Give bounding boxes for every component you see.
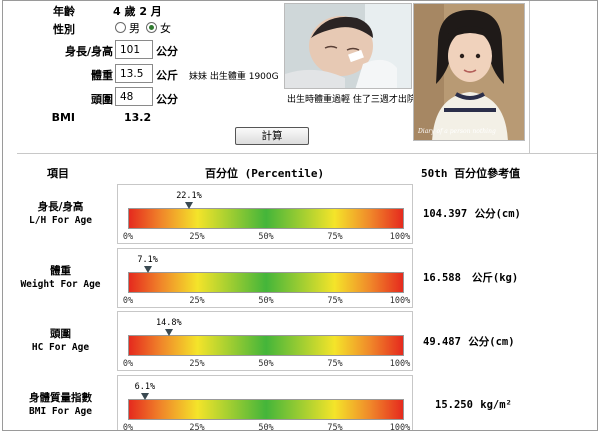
gauge-bmi-tick-25: 25% [189, 423, 205, 431]
section-divider [17, 153, 597, 154]
row-label-height: 身長/身高 L/H For Age [13, 200, 108, 228]
gauge-bmi-marker-icon [140, 393, 149, 400]
height-input[interactable] [115, 40, 153, 59]
ref-bmi-value: 15.250 [435, 399, 473, 411]
ref-head-value: 49.487 [423, 336, 461, 348]
ref-height: 104.397 公分(cm) [423, 206, 521, 221]
ref-weight: 16.588 公斤(kg) [423, 270, 518, 285]
row-label-bmi-zh: 身體質量指數 [29, 392, 92, 404]
gauge-height-marker-icon [184, 202, 193, 209]
ref-height-unit: 公分(cm) [474, 208, 521, 220]
header-item: 項目 [47, 167, 69, 180]
gauge-bmi-bar [128, 399, 404, 420]
gender-option-female: 女 [160, 22, 171, 35]
gauge-height: 22.1% 0% 25% 50% 75% 100% [117, 184, 413, 244]
birth-weight-note: 妹妹 出生體重 1900G [189, 72, 279, 82]
gauge-height-percent-label: 22.1% [176, 191, 202, 201]
gauge-weight-tick-100: 100% [389, 296, 411, 306]
photo-watermark: Diary of a person nothing [418, 128, 496, 135]
age-value: 4 歲 2 月 [113, 5, 162, 18]
height-label: 身長/身高 [64, 45, 113, 58]
ref-head: 49.487 公分(cm) [423, 334, 515, 349]
gauge-height-tick-0: 0% [122, 232, 134, 242]
head-label: 頭圍 [91, 93, 113, 106]
gauge-head: 14.8% 0% 25% 50% 75% 100% [117, 311, 413, 371]
gauge-head-bar [128, 335, 404, 356]
gender-label: 性別 [53, 23, 75, 36]
gauge-head-tick-0: 0% [122, 359, 134, 369]
row-label-weight-zh: 體重 [50, 265, 71, 277]
newborn-illustration [285, 4, 411, 88]
head-input[interactable] [115, 87, 153, 106]
gauge-weight: 7.1% 0% 25% 50% 75% 100% [117, 248, 413, 308]
bmi-value: 13.2 [124, 111, 152, 124]
calculate-button[interactable]: 計算 [235, 127, 309, 145]
gauge-height-bar [128, 208, 404, 229]
age-label: 年齡 [53, 5, 75, 18]
row-label-head: 頭圍 HC For Age [13, 327, 108, 355]
gauge-head-tick-50: 50% [258, 359, 274, 369]
gauge-weight-tick-50: 50% [258, 296, 274, 306]
gauge-height-tick-75: 75% [327, 232, 343, 242]
ref-weight-value: 16.588 [423, 272, 461, 284]
row-label-height-en: L/H For Age [29, 215, 92, 226]
height-unit: 公分 [156, 45, 178, 58]
weight-input[interactable] [115, 64, 153, 83]
ref-height-value: 104.397 [423, 208, 468, 220]
gauge-bmi-percent-label: 6.1% [134, 382, 156, 392]
gauge-height-tick-25: 25% [189, 232, 205, 242]
row-label-head-zh: 頭圍 [50, 328, 71, 340]
gauge-weight-tick-25: 25% [189, 296, 205, 306]
gender-radio-female[interactable] [146, 22, 157, 33]
gauge-height-tick-100: 100% [389, 232, 411, 242]
row-label-bmi: 身體質量指數 BMI For Age [13, 391, 108, 419]
header-ref: 50th 百分位參考值 [421, 167, 521, 180]
row-label-weight: 體重 Weight For Age [13, 264, 108, 292]
row-label-height-zh: 身長/身高 [37, 201, 84, 213]
gauge-head-tick-25: 25% [189, 359, 205, 369]
bmi-label: BMI [51, 111, 75, 124]
girl-illustration [414, 4, 524, 140]
ref-bmi-unit: kg/m² [480, 399, 512, 411]
top-right-separator [529, 1, 530, 153]
gauge-bmi-tick-50: 50% [258, 423, 274, 431]
gauge-head-percent-label: 14.8% [156, 318, 182, 328]
gauge-height-tick-50: 50% [258, 232, 274, 242]
gauge-bmi-tick-75: 75% [327, 423, 343, 431]
ref-head-unit: 公分(cm) [468, 336, 515, 348]
gauge-weight-bar [128, 272, 404, 293]
gauge-bmi-tick-100: 100% [389, 423, 411, 431]
gender-radio-male[interactable] [115, 22, 126, 33]
gauge-weight-tick-75: 75% [327, 296, 343, 306]
weight-label: 體重 [91, 69, 113, 82]
gauge-weight-percent-label: 7.1% [137, 255, 158, 265]
gauge-weight-tick-0: 0% [122, 296, 134, 306]
gauge-bmi-tick-0: 0% [122, 423, 134, 431]
girl-photo: Diary of a person nothing [413, 3, 525, 141]
gauge-weight-marker-icon [143, 266, 152, 273]
ref-bmi: 15.250 kg/m² [435, 399, 512, 411]
row-label-head-en: HC For Age [31, 342, 90, 353]
gauge-head-tick-75: 75% [327, 359, 343, 369]
ref-weight-unit: 公斤(kg) [471, 272, 519, 284]
header-percentile: 百分位 (Percentile) [205, 167, 325, 180]
row-label-bmi-en: BMI For Age [29, 406, 92, 417]
head-unit: 公分 [156, 93, 178, 106]
weight-unit: 公斤 [156, 69, 178, 82]
gauge-bmi: 6.1% 0% 25% 50% 75% 100% [117, 375, 413, 431]
newborn-photo [284, 3, 412, 89]
photo-caption: 出生時體重過輕 住了三週才出院 [287, 95, 416, 105]
gauge-head-tick-100: 100% [389, 359, 411, 369]
gauge-head-marker-icon [164, 329, 173, 336]
growth-calculator-window: 年齡 4 歲 2 月 性別 男 女 身長/身高 公分 體重 公斤 妹妹 出生體重… [2, 0, 598, 431]
gender-option-male: 男 [129, 22, 140, 35]
row-label-weight-en: Weight For Age [20, 279, 101, 290]
